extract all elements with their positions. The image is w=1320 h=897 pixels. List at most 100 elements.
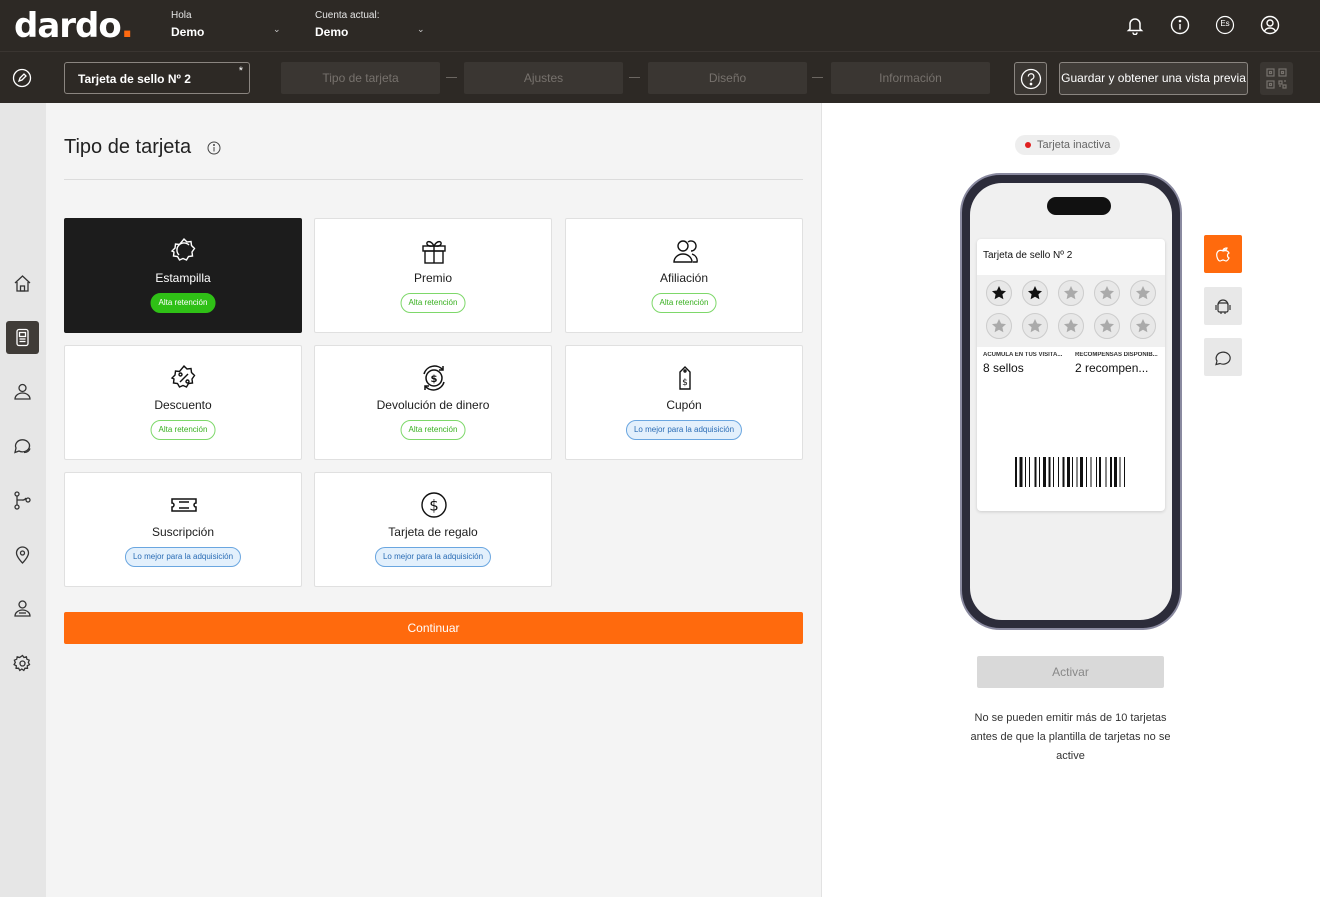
members-icon — [673, 240, 698, 263]
sidebar-item-flows[interactable] — [6, 484, 39, 517]
sidebar-item-cards[interactable] — [6, 321, 39, 354]
speech-bubble-icon — [1215, 351, 1231, 366]
pass-title: Tarjeta de sello Nº 2 — [983, 250, 1073, 261]
sidebar-item-clients[interactable] — [6, 375, 39, 408]
step-settings[interactable]: Ajustes — [464, 62, 623, 94]
step-bar: Tarjeta de sello Nº 2 * Tipo de tarjeta … — [0, 51, 1320, 103]
gear-icon — [13, 654, 31, 672]
sidebar-item-settings[interactable] — [6, 647, 39, 680]
apple-preview-button[interactable] — [1204, 235, 1242, 273]
retention-badge: Alta retención — [651, 293, 717, 313]
location-pin-icon — [15, 546, 30, 564]
step-separator — [446, 77, 457, 78]
preview-panel: Tarjeta inactiva Tarjeta de sello Nº 2 A… — [821, 103, 1320, 897]
continue-button[interactable]: Continuar — [64, 612, 803, 644]
message-preview-button[interactable] — [1204, 338, 1242, 376]
star-icon — [992, 319, 1006, 333]
stamp-empty — [1022, 313, 1048, 339]
card-type-discount[interactable]: Descuento Alta retención — [64, 345, 302, 460]
pass-field-label: RECOMPENSAS DISPONIB... — [1075, 352, 1158, 358]
activation-notice: No se pueden emitir más de 10 tarjetas a… — [970, 712, 1171, 762]
card-type-name: Suscripción — [151, 525, 215, 539]
card-type-name: Estampilla — [155, 271, 211, 285]
card-icon — [16, 328, 29, 347]
page-title: Tipo de tarjeta — [64, 136, 192, 158]
branch-icon — [14, 491, 31, 510]
step-separator — [812, 77, 823, 78]
greeting-value: Demo — [171, 25, 205, 39]
retention-badge: Alta retención — [400, 293, 466, 313]
card-name-input[interactable]: Tarjeta de sello Nº 2 * — [64, 62, 250, 94]
top-bar: dardo. Hola Demo ⌄ Cuenta actual: Demo ⌄… — [0, 0, 1320, 51]
android-preview-button[interactable] — [1204, 287, 1242, 325]
greeting-dropdown[interactable]: Hola Demo ⌄ — [171, 10, 286, 39]
card-type-name: Devolución de dinero — [376, 398, 490, 412]
info-icon[interactable] — [207, 141, 221, 155]
pass-field-value: 8 sellos — [983, 361, 1024, 375]
stamp-empty — [1094, 313, 1120, 339]
card-type-membership[interactable]: Afiliación Alta retención — [565, 218, 803, 333]
sidebar-item-messages[interactable] — [6, 429, 39, 462]
svg-text:$: $ — [682, 378, 688, 388]
sidebar-item-locations[interactable] — [6, 538, 39, 571]
chevron-down-icon: ⌄ — [273, 24, 281, 34]
retention-badge: Alta retención — [150, 293, 216, 313]
discount-icon — [170, 364, 196, 388]
step-design[interactable]: Diseño — [648, 62, 807, 94]
pencil-icon[interactable] — [12, 68, 32, 88]
card-type-gift-card[interactable]: $ Tarjeta de regalo Lo mejor para la adq… — [314, 472, 552, 587]
barcode — [1015, 457, 1125, 487]
status-badge: Tarjeta inactiva — [1015, 135, 1121, 155]
acquisition-badge: Lo mejor para la adquisición — [374, 547, 492, 567]
logo[interactable]: dardo. — [14, 6, 134, 46]
user-avatar-icon[interactable] — [1260, 15, 1280, 35]
dynamic-island — [1047, 197, 1111, 215]
home-icon — [14, 275, 31, 292]
person-icon — [14, 600, 31, 617]
star-icon — [1028, 286, 1042, 300]
qr-code-button[interactable] — [1260, 62, 1293, 95]
svg-text:$: $ — [431, 374, 438, 385]
account-value: Demo — [315, 25, 349, 39]
star-icon — [1136, 319, 1150, 333]
required-mark: * — [238, 65, 243, 77]
card-type-subscription[interactable]: Suscripción Lo mejor para la adquisición — [64, 472, 302, 587]
sidebar-item-home[interactable] — [6, 267, 39, 300]
step-information[interactable]: Información — [831, 62, 990, 94]
card-type-stamp[interactable]: Estampilla Alta retención — [64, 218, 302, 333]
card-name-value: Tarjeta de sello Nº 2 — [78, 72, 191, 86]
stamp-empty — [1094, 280, 1120, 306]
activate-button[interactable]: Activar — [977, 656, 1164, 688]
card-type-cashback[interactable]: $ Devolución de dinero Alta retención — [314, 345, 552, 460]
apple-icon — [1216, 247, 1230, 262]
stamp-filled — [1022, 280, 1048, 306]
help-button[interactable] — [1014, 62, 1047, 95]
star-icon — [1100, 286, 1114, 300]
stamp-empty — [1130, 280, 1156, 306]
step-card-type[interactable]: Tipo de tarjeta — [281, 62, 440, 94]
star-icon — [1100, 319, 1114, 333]
stamp-empty — [1130, 313, 1156, 339]
star-icon — [1064, 319, 1078, 333]
status-text: Tarjeta inactiva — [1037, 139, 1111, 151]
dollar-icon: $ — [421, 492, 447, 518]
card-type-coupon[interactable]: $ Cupón Lo mejor para la adquisición — [565, 345, 803, 460]
acquisition-badge: Lo mejor para la adquisición — [625, 420, 743, 440]
retention-badge: Alta retención — [400, 420, 466, 440]
stamp-icon — [170, 237, 196, 261]
step-separator — [629, 77, 640, 78]
info-icon[interactable] — [1170, 15, 1190, 35]
save-preview-button[interactable]: Guardar y obtener una vista previa — [1059, 62, 1248, 95]
question-icon — [1020, 68, 1042, 90]
sidebar-item-managers[interactable] — [6, 592, 39, 625]
card-type-name: Tarjeta de regalo — [388, 525, 478, 539]
card-type-reward[interactable]: Premio Alta retención — [314, 218, 552, 333]
language-selector[interactable]: Es — [1215, 15, 1235, 35]
card-type-name: Cupón — [666, 398, 702, 412]
chevron-down-icon: ⌄ — [417, 24, 425, 34]
bell-icon[interactable] — [1125, 15, 1145, 36]
stamp-grid — [977, 275, 1165, 347]
account-dropdown[interactable]: Cuenta actual: Demo ⌄ — [315, 10, 430, 39]
phone-mockup: Tarjeta de sello Nº 2 ACUMULA EN TUS VIS… — [960, 173, 1182, 630]
phone-screen: Tarjeta de sello Nº 2 ACUMULA EN TUS VIS… — [970, 183, 1172, 620]
